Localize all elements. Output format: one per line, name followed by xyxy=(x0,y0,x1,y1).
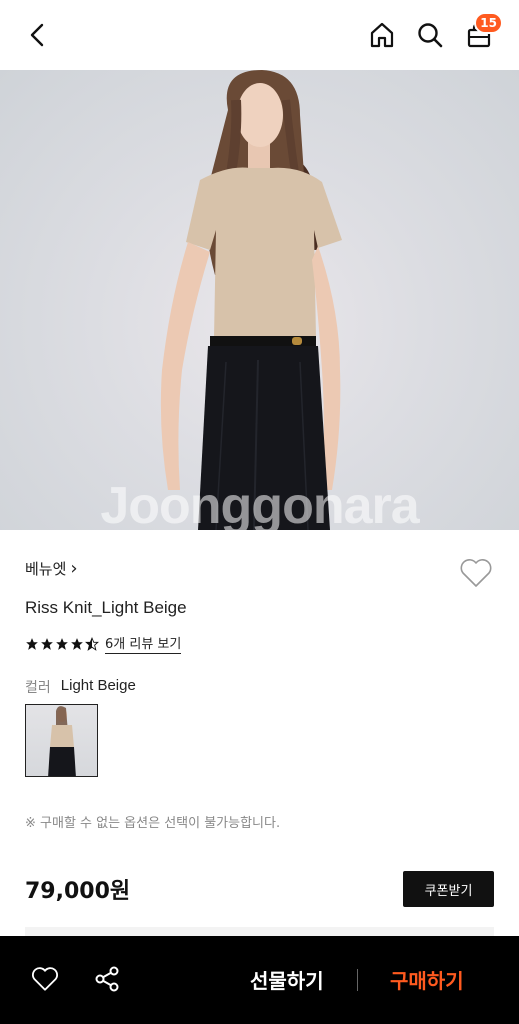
home-button[interactable] xyxy=(364,17,400,53)
bottom-wishlist-button[interactable] xyxy=(28,962,62,996)
star-icon xyxy=(71,637,83,650)
top-header: 15 xyxy=(0,0,519,70)
star-icon xyxy=(26,637,38,650)
half-star-icon xyxy=(85,636,99,651)
product-price: 79,000원 xyxy=(25,879,131,904)
thumbnail-illustration xyxy=(48,706,76,776)
cart-button[interactable]: 15 xyxy=(461,12,503,53)
model-illustration xyxy=(160,70,342,530)
color-label: 컬러 xyxy=(25,680,51,696)
color-swatch-thumbnail[interactable] xyxy=(25,704,98,777)
product-title: Riss Knit_Light Beige xyxy=(25,598,187,617)
watermark: Joonggonara xyxy=(100,477,419,530)
wishlist-button[interactable] xyxy=(458,556,494,590)
product-main-image[interactable]: Joonggonara xyxy=(0,70,519,530)
back-button[interactable] xyxy=(20,17,56,53)
cart-count-badge: 15 xyxy=(474,12,503,34)
share-button[interactable] xyxy=(90,962,124,996)
buy-button[interactable]: 구매하기 xyxy=(390,965,464,994)
star-icon xyxy=(41,637,53,650)
rating-stars xyxy=(25,636,99,651)
bottom-separator xyxy=(357,969,358,991)
heart-icon xyxy=(460,559,492,587)
star-icon xyxy=(56,637,68,650)
gift-button[interactable]: 선물하기 xyxy=(250,965,324,994)
bottom-action-bar: 선물하기 구매하기 xyxy=(0,936,519,1024)
chevron-left-icon xyxy=(30,23,44,47)
search-icon xyxy=(418,23,443,48)
chevron-right-icon: › xyxy=(70,558,78,579)
option-notice: ※ 구매할 수 없는 옵션은 선택이 불가능합니다. xyxy=(25,816,281,831)
review-link[interactable]: 6개 리뷰 보기 xyxy=(105,633,182,654)
home-icon xyxy=(370,22,394,48)
rating-row: 6개 리뷰 보기 xyxy=(25,633,182,654)
brand-name: 베뉴엣 xyxy=(25,560,67,578)
color-value: Light Beige xyxy=(60,677,136,694)
coupon-button[interactable]: 쿠폰받기 xyxy=(403,871,494,907)
heart-icon xyxy=(31,967,59,991)
search-button[interactable] xyxy=(412,17,448,53)
brand-link[interactable]: 베뉴엣 › xyxy=(25,558,78,579)
share-icon xyxy=(95,966,119,992)
color-option-row: 컬러 Light Beige xyxy=(25,677,136,697)
